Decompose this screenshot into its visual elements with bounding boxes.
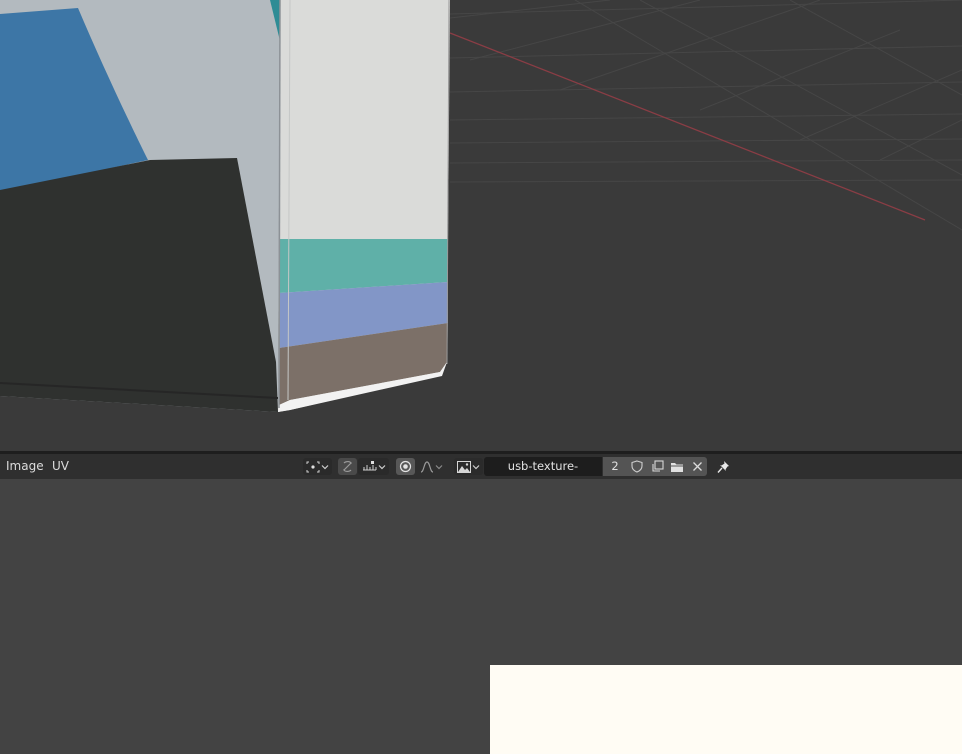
pin-icon	[716, 460, 729, 473]
chevron-down-icon	[472, 464, 480, 469]
image-preview	[490, 665, 962, 754]
fake-user-button[interactable]	[627, 457, 647, 476]
image-editor-header: Image UV usb-texture- 2	[0, 454, 962, 492]
falloff-curve-icon	[420, 460, 434, 473]
image-user-count[interactable]: 2	[603, 457, 627, 476]
3d-viewport[interactable]	[0, 0, 962, 451]
unlink-close-icon	[692, 462, 702, 471]
snap-dropdown[interactable]	[358, 458, 389, 475]
unlink-image-button[interactable]	[687, 457, 707, 476]
chevron-down-icon	[378, 464, 385, 469]
dark-base	[0, 158, 278, 412]
falloff-dropdown[interactable]	[416, 458, 447, 475]
pivot-point-icon	[306, 461, 320, 472]
image-name-field[interactable]: usb-texture-border.jpg	[484, 457, 602, 492]
floor-grid	[449, 0, 962, 231]
duplicate-image-icon	[651, 460, 664, 472]
chevron-down-icon	[321, 464, 329, 469]
viewport-scene	[0, 0, 962, 412]
pivot-point-dropdown[interactable]	[303, 458, 332, 475]
fake-user-shield-icon	[631, 460, 643, 473]
image-browse-icon	[457, 460, 471, 473]
menu-uv[interactable]: UV	[52, 454, 69, 479]
pin-button[interactable]	[713, 458, 733, 475]
sync-selection-toggle[interactable]	[338, 458, 357, 475]
proportional-editing-icon	[399, 460, 412, 473]
chevron-down-icon	[435, 464, 443, 469]
new-image-button[interactable]	[647, 457, 667, 476]
snap-increment-icon	[362, 460, 376, 470]
image-editor-canvas[interactable]	[0, 479, 962, 754]
image-browse-dropdown[interactable]	[454, 458, 483, 475]
menu-image[interactable]: Image	[6, 454, 44, 479]
open-folder-icon	[671, 462, 683, 472]
x-axis-line	[449, 32, 926, 221]
sync-selection-icon	[342, 460, 353, 473]
open-image-button[interactable]	[667, 457, 687, 476]
proportional-editing-toggle[interactable]	[396, 458, 415, 475]
